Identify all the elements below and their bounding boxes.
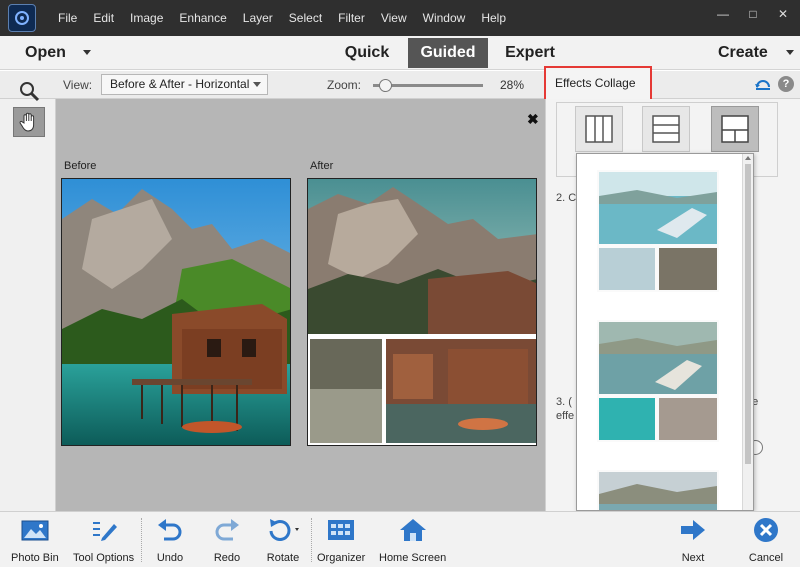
after-label: After [310,160,334,172]
step-3-line-2: effe [556,410,575,422]
menu-file[interactable]: File [50,0,85,36]
tab-guided[interactable]: Guided [408,38,488,68]
organizer-label: Organizer [317,552,366,564]
rotate-button[interactable]: Rotate [265,514,301,564]
open-dropdown-caret-icon[interactable] [83,50,91,55]
photo-bin-label: Photo Bin [11,552,59,564]
menu-help[interactable]: Help [473,0,514,36]
next-label: Next [681,552,705,564]
bottom-bar: Photo Bin Tool Options Undo Redo Rotate … [0,511,800,567]
effect-thumbnail[interactable] [597,470,719,510]
cancel-label: Cancel [748,552,784,564]
hand-tool-icon[interactable] [13,107,45,137]
chevron-down-icon [253,82,261,87]
home-screen-label: Home Screen [379,552,447,564]
reset-icon[interactable] [754,77,772,91]
layout-mixed-button[interactable] [711,106,759,152]
zoom-label: Zoom: [327,78,362,92]
menu-image[interactable]: Image [122,0,171,36]
effect-thumbnail[interactable] [597,170,719,295]
view-label: View: [63,78,93,92]
help-icon[interactable]: ? [778,76,794,92]
menu-view[interactable]: View [373,0,415,36]
undo-button[interactable]: Undo [152,514,188,564]
left-toolbar [0,99,56,511]
maximize-button[interactable]: □ [742,4,764,24]
app-logo-icon[interactable] [8,4,36,32]
window-controls: — □ ✕ [712,4,794,24]
zoom-value: 28% [500,78,525,92]
cancel-button[interactable]: Cancel [748,514,784,564]
organizer-button[interactable]: Organizer [317,514,365,564]
zoom-slider[interactable] [373,79,483,92]
organizer-icon [323,514,359,546]
after-collage [307,178,537,446]
home-icon [395,514,431,546]
step-3-label: 3. ( [556,396,572,408]
next-button[interactable]: Next [675,514,711,564]
view-select[interactable]: Before & After - Horizontal [101,74,268,95]
before-label: Before [64,160,97,172]
close-window-button[interactable]: ✕ [772,4,794,24]
mode-bar: Open Quick Guided Expert Create [0,36,800,70]
rotate-label: Rotate [266,552,300,564]
next-arrow-icon [675,514,711,546]
separator [311,518,312,562]
redo-icon [209,514,245,546]
title-bar: File Edit Image Enhance Layer Select Fil… [0,0,800,36]
menu-layer[interactable]: Layer [235,0,281,36]
rotate-icon [265,514,301,546]
menu-bar: File Edit Image Enhance Layer Select Fil… [50,0,514,36]
menu-enhance[interactable]: Enhance [171,0,234,36]
photo-bin-icon [17,514,53,546]
view-select-value: Before & After - Horizontal [110,77,250,91]
tool-options-button[interactable]: Tool Options [73,514,134,564]
menu-edit[interactable]: Edit [85,0,122,36]
tool-options-icon [86,514,122,546]
menu-window[interactable]: Window [415,0,474,36]
scroll-thumb[interactable] [745,164,751,464]
menu-select[interactable]: Select [281,0,330,36]
step-2-label: 2. C [556,192,577,204]
undo-label: Undo [156,552,184,564]
menu-filter[interactable]: Filter [330,0,373,36]
tab-expert[interactable]: Expert [490,38,570,68]
tab-quick[interactable]: Quick [327,38,407,68]
create-dropdown-caret-icon[interactable] [786,50,794,55]
redo-label: Redo [213,552,241,564]
layout-vertical-button[interactable] [575,106,623,152]
home-screen-button[interactable]: Home Screen [379,514,446,564]
undo-icon [152,514,188,546]
panel-title: Effects Collage [544,66,652,101]
scroll-up-icon[interactable] [745,156,751,160]
tool-options-label: Tool Options [73,552,135,564]
cancel-icon [748,514,784,546]
close-icon[interactable]: ✖ [527,111,539,128]
options-bar: View: Before & After - Horizontal Zoom: … [0,71,800,99]
zoom-slider-thumb[interactable] [379,79,392,92]
zoom-tool-icon[interactable] [13,76,45,106]
before-photo [61,178,291,446]
photo-bin-button[interactable]: Photo Bin [11,514,59,564]
effect-thumbnails-popup[interactable] [576,153,754,511]
popup-scrollbar[interactable] [742,154,753,510]
create-button[interactable]: Create [718,44,768,62]
separator [141,518,142,562]
effect-thumbnail[interactable] [597,320,719,445]
layout-horizontal-button[interactable] [642,106,690,152]
open-button[interactable]: Open [25,44,66,62]
minimize-button[interactable]: — [712,4,734,24]
redo-button[interactable]: Redo [209,514,245,564]
